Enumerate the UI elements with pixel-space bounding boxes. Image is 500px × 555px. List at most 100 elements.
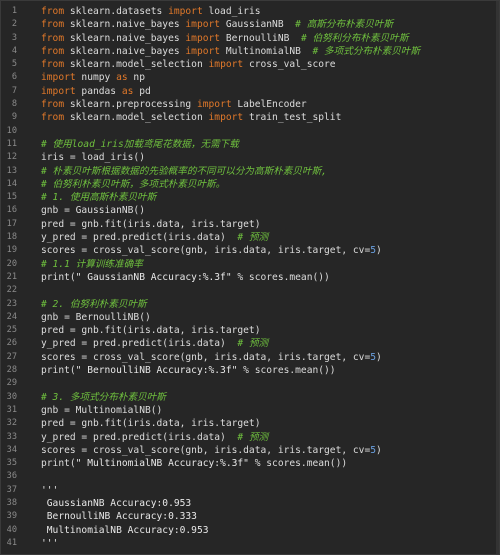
code-editor[interactable]: 1 from sklearn.datasets import load_iris 2…: [0, 0, 500, 555]
code-line[interactable]: 23 # 2. 伯努利朴素贝叶斯: [1, 298, 499, 311]
code-line[interactable]: 29: [1, 377, 499, 390]
string-token: " MultinomialNB Accuracy:%.3f": [75, 458, 249, 470]
code-line[interactable]: 37 ''': [1, 484, 499, 497]
code-token: GaussianNB: [220, 19, 296, 31]
code-text: y_pred = pred.predict(iris.data) # 预测: [17, 431, 268, 444]
code-text: gnb = GaussianNB(): [17, 204, 145, 217]
code-token: gnb = MultinomialNB(): [41, 404, 163, 416]
code-token: gnb = GaussianNB(): [41, 205, 145, 217]
code-text: # 2. 伯努利朴素贝叶斯: [17, 298, 147, 311]
code-line[interactable]: 11 # 使用load_iris加载鸢尾花数据，无需下载: [1, 138, 499, 151]
code-line[interactable]: 21 print(" GaussianNB Accuracy:%.3f" % sc…: [1, 271, 499, 284]
code-line[interactable]: 1 from sklearn.datasets import load_iris: [1, 5, 499, 18]
code-text: from sklearn.naive_bayes import Gaussian…: [17, 18, 393, 31]
code-line[interactable]: 16 gnb = GaussianNB(): [1, 204, 499, 217]
comment-token: # 朴素贝叶斯根据数据的先验概率的不同可以分为高斯朴素贝叶斯,: [41, 165, 327, 177]
keyword-token: from: [41, 32, 65, 44]
code-line[interactable]: 30 # 3. 多项式分布朴素贝叶斯: [1, 391, 499, 404]
code-line[interactable]: 24 gnb = BernoulliNB(): [1, 311, 499, 324]
line-number: 5: [11, 59, 17, 70]
code-line[interactable]: 36: [1, 470, 499, 483]
keyword-token: from: [41, 6, 65, 17]
keyword-token: from: [41, 19, 65, 31]
code-text: from sklearn.naive_bayes import Multinom…: [17, 45, 420, 58]
code-text: ''': [17, 537, 58, 550]
code-line[interactable]: 7 import pandas as pd: [1, 85, 499, 98]
code-text: scores = cross_val_score(gnb, iris.data,…: [17, 351, 382, 364]
code-text: # 1. 使用高斯朴素贝叶斯: [17, 191, 156, 204]
keyword-token: from: [41, 59, 65, 71]
code-line[interactable]: 5 from sklearn.model_selection import cro…: [1, 58, 499, 71]
line-number: 22: [6, 285, 17, 296]
code-line[interactable]: 28 print(" BernoulliNB Accuracy:%.3f" % s…: [1, 364, 499, 377]
code-line[interactable]: 18 y_pred = pred.predict(iris.data) # 预测: [1, 231, 499, 244]
string-token: MultinomialNB Accuracy:0.953: [41, 524, 209, 536]
line-number: 35: [6, 458, 17, 469]
keyword-token: import: [196, 99, 232, 111]
code-text: from sklearn.model_selection import cros…: [17, 58, 336, 71]
code-line[interactable]: 32 pred = gnb.fit(iris.data, iris.target): [1, 417, 499, 430]
keyword-token: import: [185, 19, 221, 31]
code-line[interactable]: 27 scores = cross_val_score(gnb, iris.dat…: [1, 351, 499, 364]
code-line[interactable]: 33 y_pred = pred.predict(iris.data) # 预测: [1, 431, 499, 444]
comment-token: # 多项式分布朴素贝叶斯: [312, 45, 420, 57]
code-line[interactable]: 10: [1, 125, 499, 138]
line-number: 41: [6, 537, 17, 548]
line-number: 20: [6, 258, 17, 269]
code-line[interactable]: 34 scores = cross_val_score(gnb, iris.dat…: [1, 444, 499, 457]
code-line[interactable]: 14 # 伯努利朴素贝叶斯，多项式朴素贝叶斯。: [1, 178, 499, 191]
string-token: ''': [41, 537, 59, 549]
vertical-scrollbar[interactable]: [496, 1, 499, 554]
keyword-token: import: [168, 6, 203, 17]
string-token: ''': [41, 484, 59, 496]
code-line[interactable]: 35 print(" MultinomialNB Accuracy:%.3f" %…: [1, 457, 499, 470]
code-line[interactable]: 26 y_pred = pred.predict(iris.data) # 预测: [1, 337, 499, 350]
code-line[interactable]: 20 # 1.1 计算训练准确率: [1, 258, 499, 271]
line-number: 13: [6, 165, 17, 176]
code-line[interactable]: 6 import numpy as np: [1, 71, 499, 84]
code-line[interactable]: 4 from sklearn.naive_bayes import Multino…: [1, 45, 499, 58]
code-line[interactable]: 40 MultinomialNB Accuracy:0.953: [1, 524, 499, 537]
code-line[interactable]: 8 from sklearn.preprocessing import Label…: [1, 98, 499, 111]
code-line[interactable]: 17 pred = gnb.fit(iris.data, iris.target): [1, 218, 499, 231]
code-text: gnb = BernoulliNB(): [17, 311, 151, 324]
code-token: scores = cross_val_score(gnb, iris.data,…: [41, 444, 371, 456]
code-text: # 伯努利朴素贝叶斯，多项式朴素贝叶斯。: [17, 178, 225, 191]
code-text: from sklearn.datasets import load_iris: [17, 5, 261, 18]
code-text: print(" GaussianNB Accuracy:%.3f" % scor…: [17, 271, 330, 284]
code-text: iris = load_iris(): [17, 151, 145, 164]
comment-token: # 预测: [237, 431, 269, 443]
keyword-token: as: [121, 85, 134, 97]
keyword-token: import: [41, 85, 76, 97]
code-line[interactable]: 39 BernoulliNB Accuracy:0.333: [1, 510, 499, 523]
code-line[interactable]: 22: [1, 284, 499, 297]
code-line[interactable]: 3 from sklearn.naive_bayes import Bernoul…: [1, 32, 499, 45]
string-token: BernoulliNB Accuracy:0.333: [41, 511, 197, 523]
code-token: sklearn.preprocessing: [64, 99, 197, 111]
code-line[interactable]: 9 from sklearn.model_selection import tra…: [1, 111, 499, 124]
code-text: y_pred = pred.predict(iris.data) # 预测: [17, 337, 268, 350]
line-number: 37: [6, 484, 17, 495]
code-text: import numpy as np: [17, 71, 145, 84]
code-text: GaussianNB Accuracy:0.953: [17, 497, 191, 510]
code-line[interactable]: 15 # 1. 使用高斯朴素贝叶斯: [1, 191, 499, 204]
code-token: scores = cross_val_score(gnb, iris.data,…: [41, 351, 371, 363]
line-number: 15: [6, 192, 17, 203]
line-number: 30: [6, 391, 17, 402]
code-line[interactable]: 13 # 朴素贝叶斯根据数据的先验概率的不同可以分为高斯朴素贝叶斯,: [1, 165, 499, 178]
code-line[interactable]: 31 gnb = MultinomialNB(): [1, 404, 499, 417]
code-line[interactable]: 2 from sklearn.naive_bayes import Gaussia…: [1, 18, 499, 31]
code-line[interactable]: 25 pred = gnb.fit(iris.data, iris.target): [1, 324, 499, 337]
code-line[interactable]: 19 scores = cross_val_score(gnb, iris.dat…: [1, 244, 499, 257]
line-number: 14: [6, 178, 17, 189]
code-line[interactable]: 12 iris = load_iris(): [1, 151, 499, 164]
string-token: " GaussianNB Accuracy:%.3f": [75, 271, 232, 283]
code-line[interactable]: 38 GaussianNB Accuracy:0.953: [1, 497, 499, 510]
code-text: # 1.1 计算训练准确率: [17, 258, 143, 271]
code-text: # 使用load_iris加载鸢尾花数据，无需下载: [17, 138, 239, 151]
keyword-token: import: [185, 45, 221, 57]
line-number: 6: [11, 72, 17, 83]
code-line[interactable]: 41 ''': [1, 537, 499, 550]
code-token: ): [376, 444, 382, 456]
line-number: 21: [6, 271, 17, 282]
